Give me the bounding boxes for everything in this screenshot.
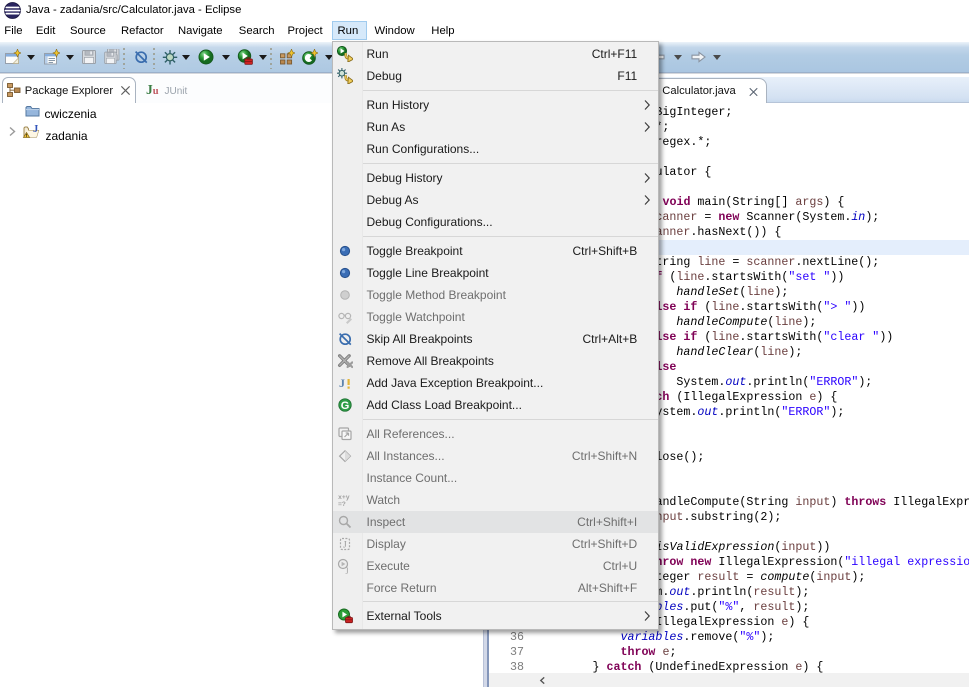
svg-text:J: J bbox=[33, 124, 38, 135]
svg-text:J: J bbox=[343, 540, 347, 550]
svg-text:x+y: x+y bbox=[338, 494, 350, 501]
svg-text:G: G bbox=[340, 400, 349, 412]
svg-text:j: j bbox=[345, 564, 349, 574]
svg-text:=?: =? bbox=[338, 501, 346, 508]
svg-text:J: J bbox=[339, 376, 345, 390]
